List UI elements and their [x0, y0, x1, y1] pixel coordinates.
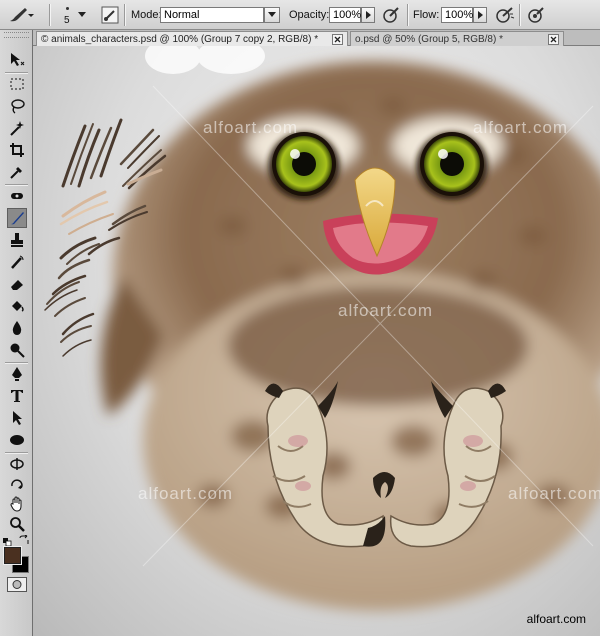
close-tab-button[interactable]: [548, 33, 559, 45]
hand-icon: [10, 496, 22, 512]
default-colors-button[interactable]: [3, 537, 13, 547]
swap-arrows-icon: [19, 534, 29, 544]
airbrush-icon: [496, 7, 515, 23]
tab-o-psd[interactable]: o.psd @ 50% (Group 5, RGB/8) *: [350, 31, 564, 46]
rectangular-marquee-icon: [10, 78, 24, 90]
move-icon: [11, 53, 25, 66]
crop-icon: [10, 143, 24, 157]
tab-title: © animals_characters.psd @ 100% (Group 7…: [41, 33, 319, 45]
magic-wand-icon: [10, 121, 24, 136]
pen-tool[interactable]: [7, 364, 27, 384]
3d-rotate-icon: [10, 458, 24, 470]
document-tabs: © animals_characters.psd @ 100% (Group 7…: [33, 30, 600, 46]
path-selection-tool[interactable]: [7, 408, 27, 428]
watermark-text: alfoart.com: [508, 484, 600, 503]
3d-orbit-tool[interactable]: [7, 474, 27, 494]
lasso-tool[interactable]: [7, 96, 27, 116]
opacity-control[interactable]: 100%: [329, 0, 375, 30]
tab-title: o.psd @ 50% (Group 5, RGB/8) *: [355, 33, 503, 45]
move-tool[interactable]: [7, 50, 27, 70]
size-pressure-button[interactable]: [526, 0, 546, 30]
eyedropper-tool[interactable]: [7, 162, 27, 182]
eyedropper-icon: [10, 167, 22, 179]
marquee-tool[interactable]: [7, 74, 27, 94]
brush-preset-icon: [10, 8, 34, 22]
type-icon: [11, 390, 23, 402]
toolbox-grip[interactable]: [4, 32, 29, 38]
pressure-size-icon: [528, 7, 544, 23]
toolbox: [0, 30, 33, 636]
brush-size-value: 5: [64, 15, 70, 26]
pen-icon: [12, 367, 22, 381]
airbrush-button[interactable]: [494, 0, 516, 30]
toggle-brush-panel-button[interactable]: [100, 0, 120, 30]
watermark-text: alfoart.com: [338, 301, 434, 320]
brush-tip-preview: [66, 7, 69, 10]
mode-select[interactable]: Normal: [160, 0, 280, 30]
flow-slider-button[interactable]: [473, 7, 487, 23]
path-selection-icon: [13, 411, 22, 425]
magic-wand-tool[interactable]: [7, 118, 27, 138]
chevron-down-icon: [268, 12, 276, 17]
dodge-tool[interactable]: [7, 340, 27, 360]
brush-icon: [11, 212, 24, 225]
credit-text: alfoart.com: [526, 612, 586, 626]
3d-rotate-tool[interactable]: [7, 454, 27, 474]
3d-orbit-icon: [11, 479, 23, 489]
flow-input[interactable]: 100%: [441, 7, 473, 23]
mode-label: Mode:: [131, 9, 162, 21]
opacity-pressure-button[interactable]: [381, 0, 401, 30]
blur-tool[interactable]: [7, 318, 27, 338]
crop-tool[interactable]: [7, 140, 27, 160]
pressure-opacity-icon: [383, 7, 399, 23]
hand-tool[interactable]: [7, 494, 27, 514]
paint-bucket-icon: [12, 301, 24, 312]
mode-dropdown-button[interactable]: [264, 7, 280, 23]
brush-tool[interactable]: [7, 208, 27, 228]
close-icon: [550, 36, 557, 42]
chevron-down-icon: [78, 12, 86, 17]
lasso-icon: [11, 99, 25, 114]
blur-drop-icon: [12, 321, 22, 335]
opacity-input[interactable]: 100%: [329, 7, 361, 23]
spot-healing-tool[interactable]: [7, 186, 27, 206]
clone-stamp-tool[interactable]: [7, 230, 27, 250]
mode-value: Normal: [160, 7, 264, 23]
opacity-label: Opacity:: [289, 9, 330, 21]
options-bar: 5 Mode: Normal Opacity: 100% Flow: 100%: [0, 0, 600, 30]
dodge-icon: [10, 343, 25, 358]
quick-mask-button[interactable]: [7, 577, 27, 592]
document-canvas[interactable]: alfoart.com alfoart.com alfoart.com alfo…: [33, 46, 600, 636]
history-brush-icon: [11, 255, 24, 269]
ellipse-icon: [10, 435, 24, 445]
chevron-right-icon: [365, 11, 371, 19]
watermark-text: alfoart.com: [138, 484, 234, 503]
type-tool[interactable]: [7, 386, 27, 406]
watermark-text: alfoart.com: [203, 118, 299, 137]
brush-panel-icon: [101, 6, 119, 24]
opacity-slider-button[interactable]: [361, 7, 375, 23]
watermark-text: alfoart.com: [473, 118, 569, 137]
zoom-tool[interactable]: [7, 514, 27, 534]
flow-label: Flow:: [413, 9, 440, 21]
ellipse-tool[interactable]: [7, 430, 27, 450]
eraser-icon: [11, 280, 23, 290]
eraser-tool[interactable]: [7, 274, 27, 294]
swap-colors-button[interactable]: [19, 534, 29, 545]
foreground-color-swatch[interactable]: [3, 546, 22, 565]
brush-picker[interactable]: 5: [58, 0, 94, 30]
bandage-icon: [11, 193, 23, 199]
history-brush-tool[interactable]: [7, 252, 27, 272]
stamp-icon: [11, 233, 23, 247]
zoom-icon: [10, 517, 25, 532]
tab-animals-characters[interactable]: © animals_characters.psd @ 100% (Group 7…: [36, 31, 348, 46]
default-colors-icon: [3, 538, 12, 547]
chevron-right-icon: [477, 11, 483, 19]
close-icon: [334, 36, 341, 42]
quick-mask-icon: [12, 580, 22, 589]
tool-preset-picker[interactable]: [6, 0, 34, 30]
paint-bucket-tool[interactable]: [7, 296, 27, 316]
flow-control[interactable]: 100%: [441, 0, 487, 30]
close-tab-button[interactable]: [332, 33, 343, 45]
